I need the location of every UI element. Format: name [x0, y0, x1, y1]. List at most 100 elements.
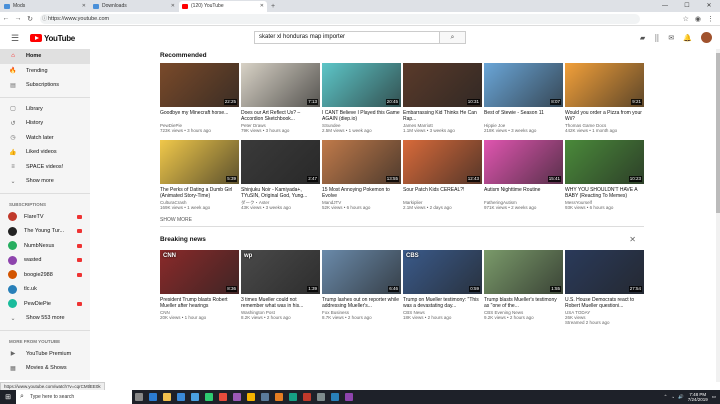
explorer-icon[interactable]: [160, 390, 174, 404]
taskbar-search-input[interactable]: Type here to search: [16, 390, 132, 404]
app-icon[interactable]: [272, 390, 286, 404]
video-title[interactable]: Best of Stewie - Season 11: [484, 110, 563, 122]
url-input[interactable]: ⓘ https://www.youtube.com: [40, 13, 640, 24]
bookmark-star-icon[interactable]: ☆: [683, 15, 689, 23]
chrome-icon[interactable]: [244, 390, 258, 404]
apps-grid-icon[interactable]: ⣿: [654, 34, 659, 42]
sidebar-subscription[interactable]: NumbNexus: [0, 239, 90, 254]
tab-close-icon[interactable]: ✕: [171, 1, 175, 12]
window-close-icon[interactable]: ✕: [698, 0, 720, 12]
video-thumbnail[interactable]: 20:45: [322, 63, 401, 107]
tab-close-icon[interactable]: ✕: [260, 1, 264, 12]
steam-icon[interactable]: [258, 390, 272, 404]
extension-icon[interactable]: ◉: [695, 15, 701, 23]
video-title[interactable]: Does our Art Reflect Us? – Accordion Ske…: [241, 110, 320, 122]
browser-tab[interactable]: Downloads ✕: [90, 1, 178, 12]
video-title[interactable]: Trump on Mueller testimony: "This was a …: [403, 297, 482, 309]
sidebar-item-library[interactable]: ▢ Library: [0, 102, 90, 117]
video-card[interactable]: wp 1:39 3 times Mueller could not remember…: [241, 250, 320, 325]
video-card[interactable]: 13:55 15 Most Annoying Pokemon to Evolve M…: [322, 140, 401, 210]
video-thumbnail[interactable]: 10:31: [403, 63, 482, 107]
video-card[interactable]: 6:46 Trump lashes out on reporter while a…: [322, 250, 401, 325]
browser-tab[interactable]: Mods ✕: [1, 1, 89, 12]
video-thumbnail[interactable]: 13:55: [322, 140, 401, 184]
tab-close-icon[interactable]: ✕: [82, 1, 86, 12]
store-icon[interactable]: [174, 390, 188, 404]
video-title[interactable]: 3 times Mueller could not remember what …: [241, 297, 320, 309]
app-icon[interactable]: [230, 390, 244, 404]
video-card[interactable]: 2:47 Shinjuku Noir - Kamiyada+, TYuSIN, O…: [241, 140, 320, 210]
app-icon[interactable]: [202, 390, 216, 404]
video-thumbnail[interactable]: wp 1:39: [241, 250, 320, 294]
hamburger-menu-icon[interactable]: ☰: [0, 33, 30, 44]
video-card[interactable]: 12:43 Sour Patch Kids CEREAL?! Markiplier 2…: [403, 140, 482, 210]
video-title[interactable]: Shinjuku Noir - Kamiyada+, TYuSIN, Origi…: [241, 187, 320, 199]
minimize-icon[interactable]: —: [654, 0, 676, 12]
video-title[interactable]: Trump blasts Mueller's testimony as "one…: [484, 297, 563, 309]
video-thumbnail[interactable]: 10:23: [565, 140, 644, 184]
video-card[interactable]: 20:45 I CANT Believe I Played this Game A…: [322, 63, 401, 133]
video-card[interactable]: 15:41 Autism Nighttime Routine FatheringAu…: [484, 140, 563, 210]
video-title[interactable]: President Trump blasts Robert Mueller af…: [160, 297, 239, 309]
video-title[interactable]: Sour Patch Kids CEREAL?!: [403, 187, 482, 199]
video-card[interactable]: 10:31 Embarrassing Kid Thinks He Can Rap.…: [403, 63, 482, 133]
sidebar-item-trending[interactable]: 🔥 Trending: [0, 64, 90, 79]
tray-chevron-icon[interactable]: ⌃: [664, 394, 668, 400]
search-input[interactable]: skater xl honduras map importer: [254, 31, 440, 44]
video-card[interactable]: CBS 0:59 Trump on Mueller testimony: "This…: [403, 250, 482, 325]
video-thumbnail[interactable]: 5:39: [160, 140, 239, 184]
maximize-icon[interactable]: ☐: [676, 0, 698, 12]
app-icon[interactable]: [342, 390, 356, 404]
sidebar-item-liked-videos[interactable]: 👍 Liked videos: [0, 145, 90, 160]
browser-menu-icon[interactable]: ⋮: [707, 15, 714, 23]
task-view-icon[interactable]: [132, 390, 146, 404]
reload-icon[interactable]: ↻: [24, 15, 36, 23]
video-title[interactable]: Autism Nighttime Routine: [484, 187, 563, 199]
sidebar-item-show-more[interactable]: ⌄ Show more: [0, 174, 90, 189]
video-title[interactable]: The Perks of Dating a Dumb Girl (Animate…: [160, 187, 239, 199]
show-more-button[interactable]: SHOW MORE: [160, 214, 644, 226]
video-card[interactable]: 8:07 Best of Stewie - Season 11 Hippie Joe…: [484, 63, 563, 133]
sidebar-subscription[interactable]: FlareTV: [0, 210, 90, 225]
notification-center-icon[interactable]: ▭: [712, 394, 716, 400]
sidebar-item-home[interactable]: ⌂ Home: [0, 49, 90, 64]
video-thumbnail[interactable]: 22:25: [160, 63, 239, 107]
scrollbar-thumb[interactable]: [716, 53, 720, 213]
video-card[interactable]: 9:21 Would you order a Pizza from your Wi…: [565, 63, 644, 133]
video-thumbnail[interactable]: 12:43: [403, 140, 482, 184]
browser-tab[interactable]: (120) YouTube ✕: [179, 1, 267, 12]
sidebar-item-space-videos-[interactable]: ≡ SPACE videos!: [0, 160, 90, 175]
messages-icon[interactable]: ✉: [668, 34, 674, 42]
forward-icon[interactable]: →: [12, 15, 24, 22]
windows-start-icon[interactable]: ⊞: [0, 393, 16, 401]
search-button[interactable]: ⌕: [440, 31, 466, 44]
back-icon[interactable]: ←: [0, 15, 12, 22]
site-info-icon[interactable]: ⓘ: [42, 14, 47, 24]
video-thumbnail[interactable]: 7:13: [241, 63, 320, 107]
video-title[interactable]: Would you order a Pizza from your Wii?: [565, 110, 644, 122]
sidebar-item-youtube-premium[interactable]: ▶ YouTube Premium: [0, 347, 90, 362]
video-card[interactable]: 22:25 Goodbye my Minecraft horse... PewDie…: [160, 63, 239, 133]
clock[interactable]: 7:48 PM 7/24/2019: [688, 392, 708, 402]
app-icon[interactable]: [300, 390, 314, 404]
vertical-scrollbar[interactable]: [716, 49, 720, 382]
volume-icon[interactable]: 🔊: [678, 394, 684, 400]
sidebar-subscription[interactable]: ⌄ Show 553 more: [0, 311, 90, 326]
video-thumbnail[interactable]: 15:41: [484, 140, 563, 184]
app-icon[interactable]: [216, 390, 230, 404]
sidebar-item-history[interactable]: ↺ History: [0, 116, 90, 131]
app-icon[interactable]: [314, 390, 328, 404]
sidebar-subscription[interactable]: boogie2988: [0, 268, 90, 283]
video-thumbnail[interactable]: CBS 0:59: [403, 250, 482, 294]
edge-icon[interactable]: [146, 390, 160, 404]
video-title[interactable]: Trump lashes out on reporter while addre…: [322, 297, 401, 309]
sidebar-item-movies-shows[interactable]: ▦ Movies & Shows: [0, 361, 90, 376]
sidebar-subscription[interactable]: tlc.uk: [0, 282, 90, 297]
app-icon[interactable]: [328, 390, 342, 404]
sidebar-subscription[interactable]: PewDiePie: [0, 297, 90, 312]
notifications-bell-icon[interactable]: 🔔: [683, 34, 692, 42]
video-title[interactable]: WHY YOU SHOULDN'T HAVE A BABY (Reacting …: [565, 187, 644, 199]
video-card[interactable]: 5:39 The Perks of Dating a Dumb Girl (Ani…: [160, 140, 239, 210]
video-title[interactable]: I CANT Believe I Played this Game AGAIN …: [322, 110, 401, 122]
sidebar-subscription[interactable]: wasted: [0, 253, 90, 268]
